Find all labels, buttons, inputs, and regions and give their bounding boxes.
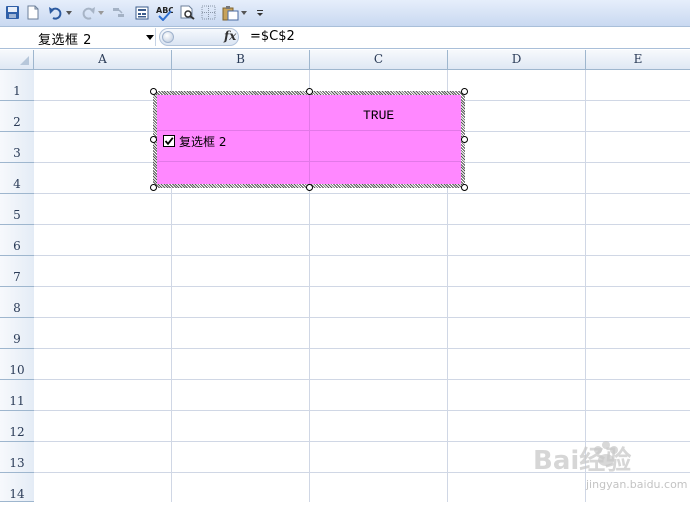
undo-icon[interactable]	[48, 4, 64, 21]
row-header-12[interactable]: 12	[0, 411, 34, 442]
row-header-2[interactable]: 2	[0, 101, 34, 132]
column-headers: A B C D E	[0, 50, 690, 70]
name-box[interactable]: 复选框 2	[2, 28, 156, 48]
resize-handle-left[interactable]	[150, 136, 157, 143]
cell-gridline	[157, 161, 461, 162]
cell-gridline	[157, 130, 461, 131]
name-box-dropdown-icon[interactable]	[146, 35, 154, 40]
row-header-5[interactable]: 5	[0, 194, 34, 225]
insert-function-icon[interactable]: fx	[224, 29, 236, 43]
resize-handle-bottom-left[interactable]	[150, 184, 157, 191]
borders-icon[interactable]	[200, 4, 216, 21]
resize-handle-top-right[interactable]	[461, 88, 468, 95]
row-headers: 1 2 3 4 5 6 7 8 9 10 11 12 13 14	[0, 70, 35, 502]
column-header-c[interactable]: C	[310, 50, 448, 69]
customize-toolbar-icon[interactable]	[255, 4, 265, 21]
column-header-d[interactable]: D	[448, 50, 586, 69]
resize-handle-right[interactable]	[461, 136, 468, 143]
splitter-knob-icon[interactable]	[162, 31, 174, 43]
svg-text:ABC: ABC	[156, 6, 173, 15]
sort-icon[interactable]	[110, 4, 126, 21]
watermark-url: jingyan.baidu.com	[586, 478, 688, 491]
undo-dropdown-icon[interactable]	[65, 4, 73, 21]
checkbox-label: 复选框 2	[179, 135, 227, 149]
paste-icon[interactable]	[221, 4, 239, 21]
print-preview-icon[interactable]	[179, 4, 195, 21]
redo-icon[interactable]	[80, 4, 96, 21]
save-icon[interactable]	[4, 4, 20, 21]
row-header-14[interactable]: 14	[0, 473, 34, 502]
row-header-10[interactable]: 10	[0, 349, 34, 380]
paste-dropdown-icon[interactable]	[240, 4, 248, 21]
resize-handle-bottom-right[interactable]	[461, 184, 468, 191]
cell-c2-value[interactable]: TRUE	[363, 108, 394, 123]
resize-handle-top[interactable]	[306, 88, 313, 95]
select-all-button[interactable]	[0, 50, 34, 69]
row-header-11[interactable]: 11	[0, 380, 34, 411]
quick-access-toolbar: ABC	[0, 0, 690, 27]
row-header-7[interactable]: 7	[0, 256, 34, 287]
redo-dropdown-icon[interactable]	[97, 4, 105, 21]
checkbox-checked[interactable]	[163, 135, 175, 147]
cell-gridline	[309, 95, 310, 184]
row-header-8[interactable]: 8	[0, 287, 34, 318]
row-header-3[interactable]: 3	[0, 132, 34, 163]
row-header-6[interactable]: 6	[0, 225, 34, 256]
name-box-value: 复选框 2	[38, 33, 92, 48]
row-header-9[interactable]: 9	[0, 318, 34, 349]
spell-check-icon[interactable]: ABC	[155, 4, 173, 21]
row-header-4[interactable]: 4	[0, 163, 34, 194]
column-header-e[interactable]: E	[586, 50, 690, 69]
resize-handle-bottom[interactable]	[306, 184, 313, 191]
formula-input[interactable]: =$C$2	[250, 29, 295, 44]
formula-bar: 复选框 2 fx =$C$2	[0, 27, 690, 49]
column-header-b[interactable]: B	[172, 50, 310, 69]
form-icon[interactable]	[134, 4, 150, 21]
watermark-logo-text: Bai经验	[533, 446, 632, 476]
resize-handle-top-left[interactable]	[150, 88, 157, 95]
new-file-icon[interactable]	[26, 4, 40, 21]
row-header-1[interactable]: 1	[0, 70, 34, 101]
checkmark-icon	[164, 137, 174, 146]
row-header-13[interactable]: 13	[0, 442, 34, 473]
column-header-a[interactable]: A	[34, 50, 172, 69]
